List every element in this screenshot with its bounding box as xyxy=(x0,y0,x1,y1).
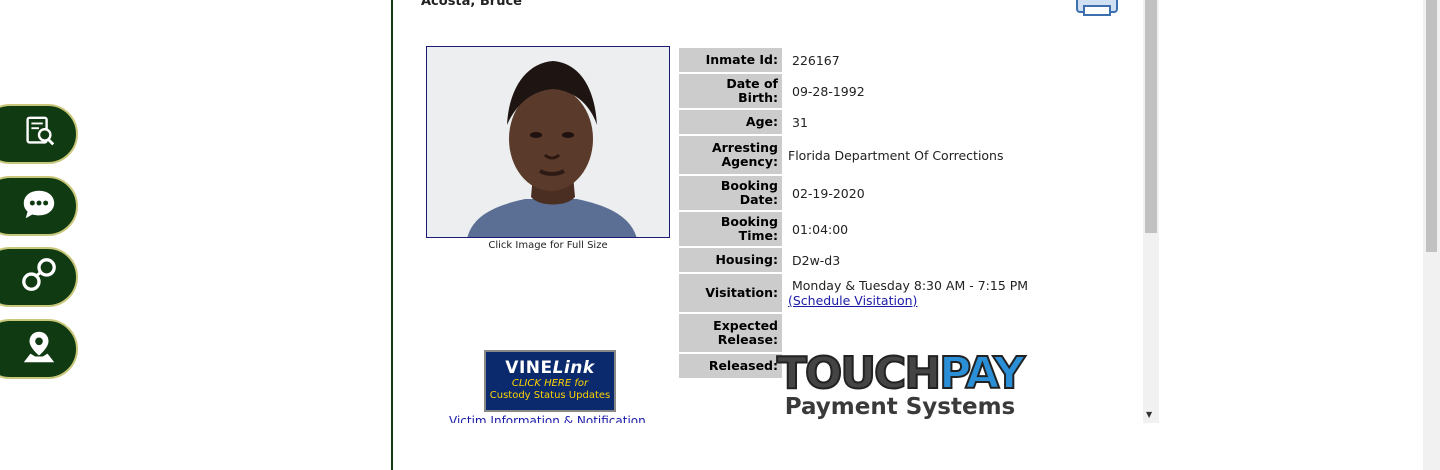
touchpay-wordmark: TOUCHPAY xyxy=(776,348,1026,399)
visitation-value: Monday & Tuesday 8:30 AM - 7:15 PM xyxy=(792,278,1029,293)
inmate-detail-content: Acosta, Bruce Click Image for Full Size … xyxy=(393,0,1143,423)
housing-value: D2w-d3 xyxy=(792,252,841,268)
table-row: Housing: D2w-d3 xyxy=(679,248,1034,272)
side-nav-locations-button[interactable] xyxy=(0,319,78,379)
housing-label: Housing: xyxy=(679,248,782,272)
visitation-cell: Monday & Tuesday 8:30 AM - 7:15 PM (Sche… xyxy=(782,274,1034,312)
schedule-visitation-link[interactable]: (Schedule Visitation) xyxy=(788,293,917,308)
dob-label: Date of Birth: xyxy=(679,74,782,108)
document-search-icon xyxy=(20,113,58,155)
victim-information-link[interactable]: Victim Information & Notification xyxy=(449,414,646,423)
table-row: Date of Birth: 09-28-1992 xyxy=(679,74,1034,108)
booking-date-label: Booking Date: xyxy=(679,176,782,210)
expected-release-label: Expected Release: xyxy=(679,314,782,352)
booking-time-label: Booking Time: xyxy=(679,212,782,246)
side-nav-chat-button[interactable] xyxy=(0,176,78,236)
age-label: Age: xyxy=(679,110,782,134)
dob-value: 09-28-1992 xyxy=(792,83,865,99)
age-value: 31 xyxy=(792,114,808,130)
table-row: Inmate Id: 226167 xyxy=(679,48,1034,72)
inmate-detail-frame: Acosta, Bruce Click Image for Full Size … xyxy=(391,0,1159,470)
inmate-info-table: Inmate Id: 226167 Date of Birth: 09-28-1… xyxy=(679,46,1034,380)
expected-release-value xyxy=(782,314,1034,352)
vinelink-banner-button[interactable]: VINELink CLICK HERE for Custody Status U… xyxy=(484,350,616,412)
page-scrollbar-thumb[interactable] xyxy=(1426,0,1437,252)
inmate-photo[interactable] xyxy=(426,46,670,238)
page-scrollbar[interactable] xyxy=(1423,0,1440,470)
side-nav-arrests-button[interactable] xyxy=(0,247,78,307)
content-scrollbar[interactable]: ▼ xyxy=(1143,0,1159,423)
inmate-id-value: 226167 xyxy=(792,52,840,68)
table-row: Booking Time: 01:04:00 xyxy=(679,212,1034,246)
booking-time-value: 01:04:00 xyxy=(792,221,849,237)
side-nav-records-button[interactable] xyxy=(0,104,78,164)
arresting-agency-label: Arresting Agency: xyxy=(679,136,782,174)
map-pin-icon xyxy=(20,328,58,370)
chat-bubble-icon xyxy=(20,185,58,227)
table-row: Age: 31 xyxy=(679,110,1034,134)
vinelink-logo: VINELink xyxy=(505,358,595,378)
table-row: Arresting Agency: Florida Department Of … xyxy=(679,136,1034,174)
table-row: Expected Release: xyxy=(679,314,1034,352)
scroll-down-arrow-icon[interactable]: ▼ xyxy=(1146,410,1152,419)
photo-caption: Click Image for Full Size xyxy=(488,240,608,251)
vinelink-click-text: CLICK HERE for xyxy=(511,378,589,389)
handcuffs-icon xyxy=(20,256,58,298)
inmate-name: Acosta, Bruce xyxy=(421,0,522,9)
arresting-agency-value: Florida Department Of Corrections xyxy=(788,147,1004,163)
visitation-label: Visitation: xyxy=(679,274,782,312)
table-row: Booking Date: 02-19-2020 xyxy=(679,176,1034,210)
inmate-id-label: Inmate Id: xyxy=(679,48,782,72)
vinelink-status-text: Custody Status Updates xyxy=(489,390,611,401)
table-row: Visitation: Monday & Tuesday 8:30 AM - 7… xyxy=(679,274,1034,312)
content-scrollbar-thumb[interactable] xyxy=(1145,0,1157,233)
print-icon[interactable] xyxy=(1075,0,1119,16)
touchpay-logo[interactable]: TOUCHPAY Payment Systems xyxy=(755,348,1045,421)
booking-date-value: 02-19-2020 xyxy=(792,185,865,201)
touchpay-subtitle: Payment Systems xyxy=(784,394,1016,420)
